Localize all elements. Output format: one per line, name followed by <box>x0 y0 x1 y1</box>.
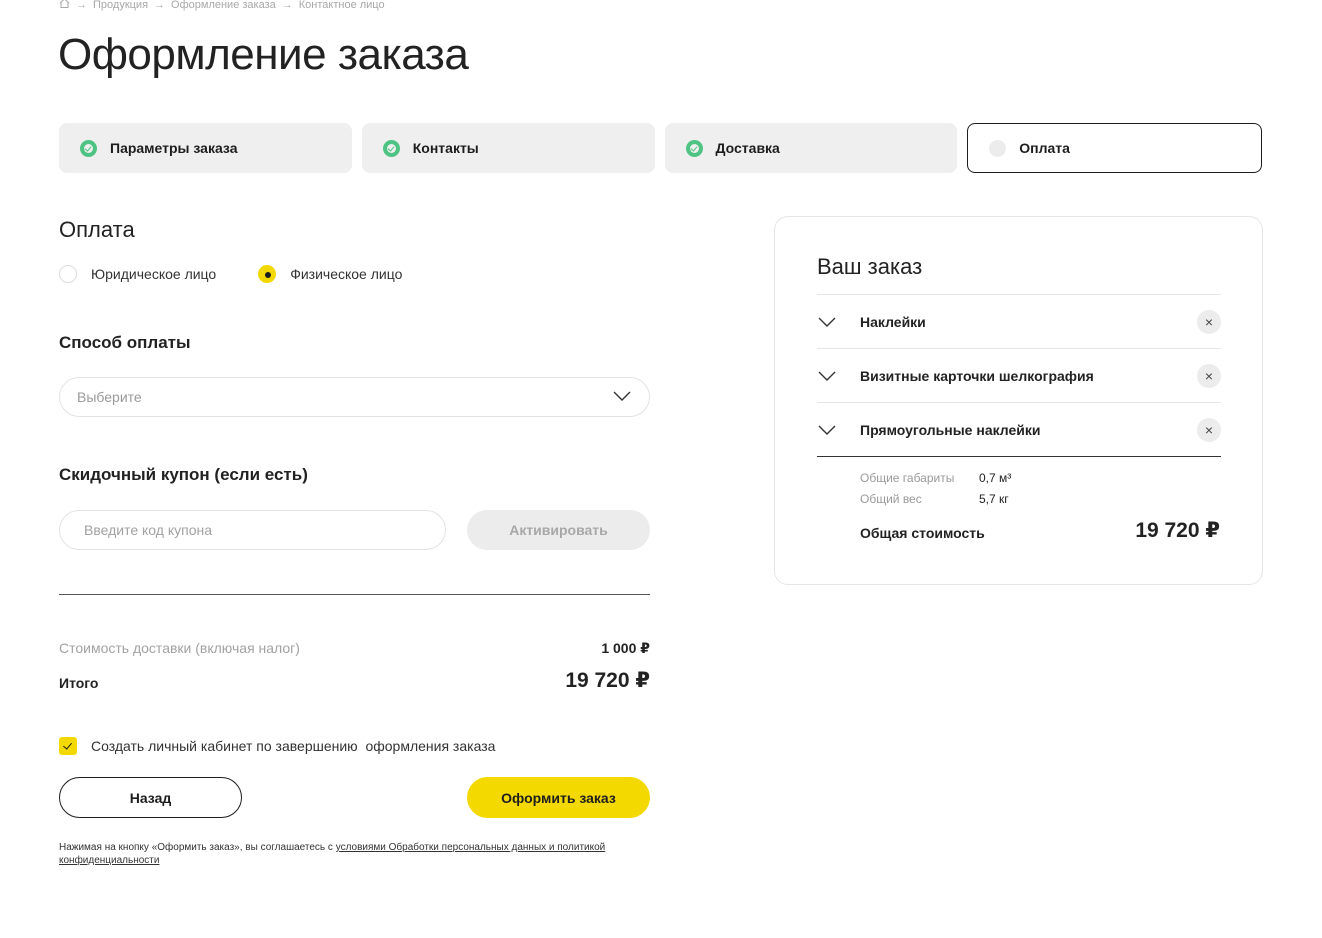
order-item-name: Визитные карточки шелкография <box>860 367 1094 384</box>
step-order-params[interactable]: Параметры заказа <box>59 123 352 173</box>
check-circle-icon <box>685 139 703 157</box>
submit-order-button[interactable]: Оформить заказ <box>467 777 650 818</box>
checkbox-checked-icon[interactable] <box>59 737 77 755</box>
dimensions-row: Общие габариты 0,7 м³ <box>860 471 1011 485</box>
step-delivery[interactable]: Доставка <box>664 123 958 173</box>
dimensions-value: 0,7 м³ <box>979 471 1012 485</box>
total-label: Итого <box>59 675 99 691</box>
weight-value: 5,7 кг <box>979 492 1009 506</box>
delivery-cost-value: 1 000 ₽ <box>601 640 650 656</box>
payment-title: Оплата <box>59 217 135 242</box>
order-item-name: Наклейки <box>860 313 926 330</box>
breadcrumb-item[interactable]: Оформление заказа <box>171 0 276 11</box>
check-circle-icon <box>80 139 97 157</box>
activate-coupon-button[interactable]: Активировать <box>467 510 650 550</box>
radio-individual[interactable]: Физическое лицо <box>258 265 402 283</box>
weight-label: Общий вес <box>860 492 922 506</box>
empty-circle-icon <box>989 139 1007 157</box>
checkout-steps: Параметры заказа Контакты Доставка Оплат… <box>59 123 1262 173</box>
breadcrumb-separator: → <box>76 0 87 11</box>
radio-legal-entity[interactable]: Юридическое лицо <box>59 265 216 283</box>
payer-type-group: Юридическое лицо Физическое лицо <box>59 265 402 283</box>
step-label: Оплата <box>1019 140 1070 156</box>
payment-method-select[interactable]: Выберите <box>59 377 650 417</box>
chevron-down-icon[interactable] <box>818 424 836 436</box>
coupon-input[interactable] <box>59 510 446 550</box>
step-label: Параметры заказа <box>110 140 238 156</box>
radio-label: Юридическое лицо <box>91 266 217 282</box>
home-icon[interactable] <box>59 0 70 11</box>
page-title: Оформление заказа <box>58 30 469 79</box>
weight-row: Общий вес 5,7 кг <box>860 492 1009 506</box>
breadcrumb-item[interactable]: Продукция <box>93 0 148 11</box>
breadcrumb-separator: → <box>154 0 166 11</box>
summary-total-label: Общая стоимость <box>860 525 985 541</box>
order-item-name: Прямоугольные наклейки <box>860 421 1041 438</box>
step-payment[interactable]: Оплата <box>967 123 1262 173</box>
payment-method-title: Способ оплаты <box>59 333 191 352</box>
chevron-down-icon <box>613 391 631 401</box>
coupon-title: Скидочный купон (если есть) <box>59 465 308 484</box>
step-label: Контакты <box>412 140 479 156</box>
check-circle-icon <box>382 139 400 157</box>
order-item[interactable]: Наклейки × <box>817 295 1221 349</box>
radio-circle-icon[interactable] <box>59 265 77 283</box>
close-icon[interactable]: × <box>1197 418 1221 442</box>
legal-text: Нажимая на кнопку «Оформить заказ», вы с… <box>59 842 336 853</box>
delivery-cost-label: Стоимость доставки (включая налог) <box>59 640 300 656</box>
radio-label: Физическое лицо <box>290 266 403 282</box>
dimensions-label: Общие габариты <box>860 471 955 485</box>
create-account-checkbox-row[interactable]: Создать личный кабинет по завершению офо… <box>59 737 495 755</box>
summary-total-value: 19 720 ₽ <box>1135 519 1220 542</box>
order-summary: Ваш заказ Наклейки × Визитные карточки ш… <box>774 216 1263 585</box>
back-button[interactable]: Назад <box>59 777 242 818</box>
order-item[interactable]: Визитные карточки шелкография × <box>817 349 1221 403</box>
total-value: 19 720 ₽ <box>565 669 650 692</box>
breadcrumb: → Продукция → Оформление заказа → Контак… <box>59 0 385 11</box>
summary-title: Ваш заказ <box>817 254 923 279</box>
close-icon[interactable]: × <box>1197 364 1221 388</box>
step-contacts[interactable]: Контакты <box>361 123 655 173</box>
divider <box>59 594 650 595</box>
order-items: Наклейки × Визитные карточки шелкография… <box>817 294 1221 457</box>
order-item[interactable]: Прямоугольные наклейки × <box>817 403 1221 457</box>
chevron-down-icon[interactable] <box>818 370 836 382</box>
select-placeholder: Выберите <box>77 389 142 405</box>
breadcrumb-item-current: Контактное лицо <box>298 0 385 11</box>
breadcrumb-separator: → <box>281 0 293 11</box>
chevron-down-icon[interactable] <box>818 316 836 328</box>
create-account-label: Создать личный кабинет по завершению офо… <box>91 738 496 754</box>
step-label: Доставка <box>715 140 780 156</box>
radio-selected-icon[interactable] <box>258 265 277 283</box>
close-icon[interactable]: × <box>1197 310 1221 334</box>
legal-notice: Нажимая на кнопку «Оформить заказ», вы с… <box>59 841 619 867</box>
